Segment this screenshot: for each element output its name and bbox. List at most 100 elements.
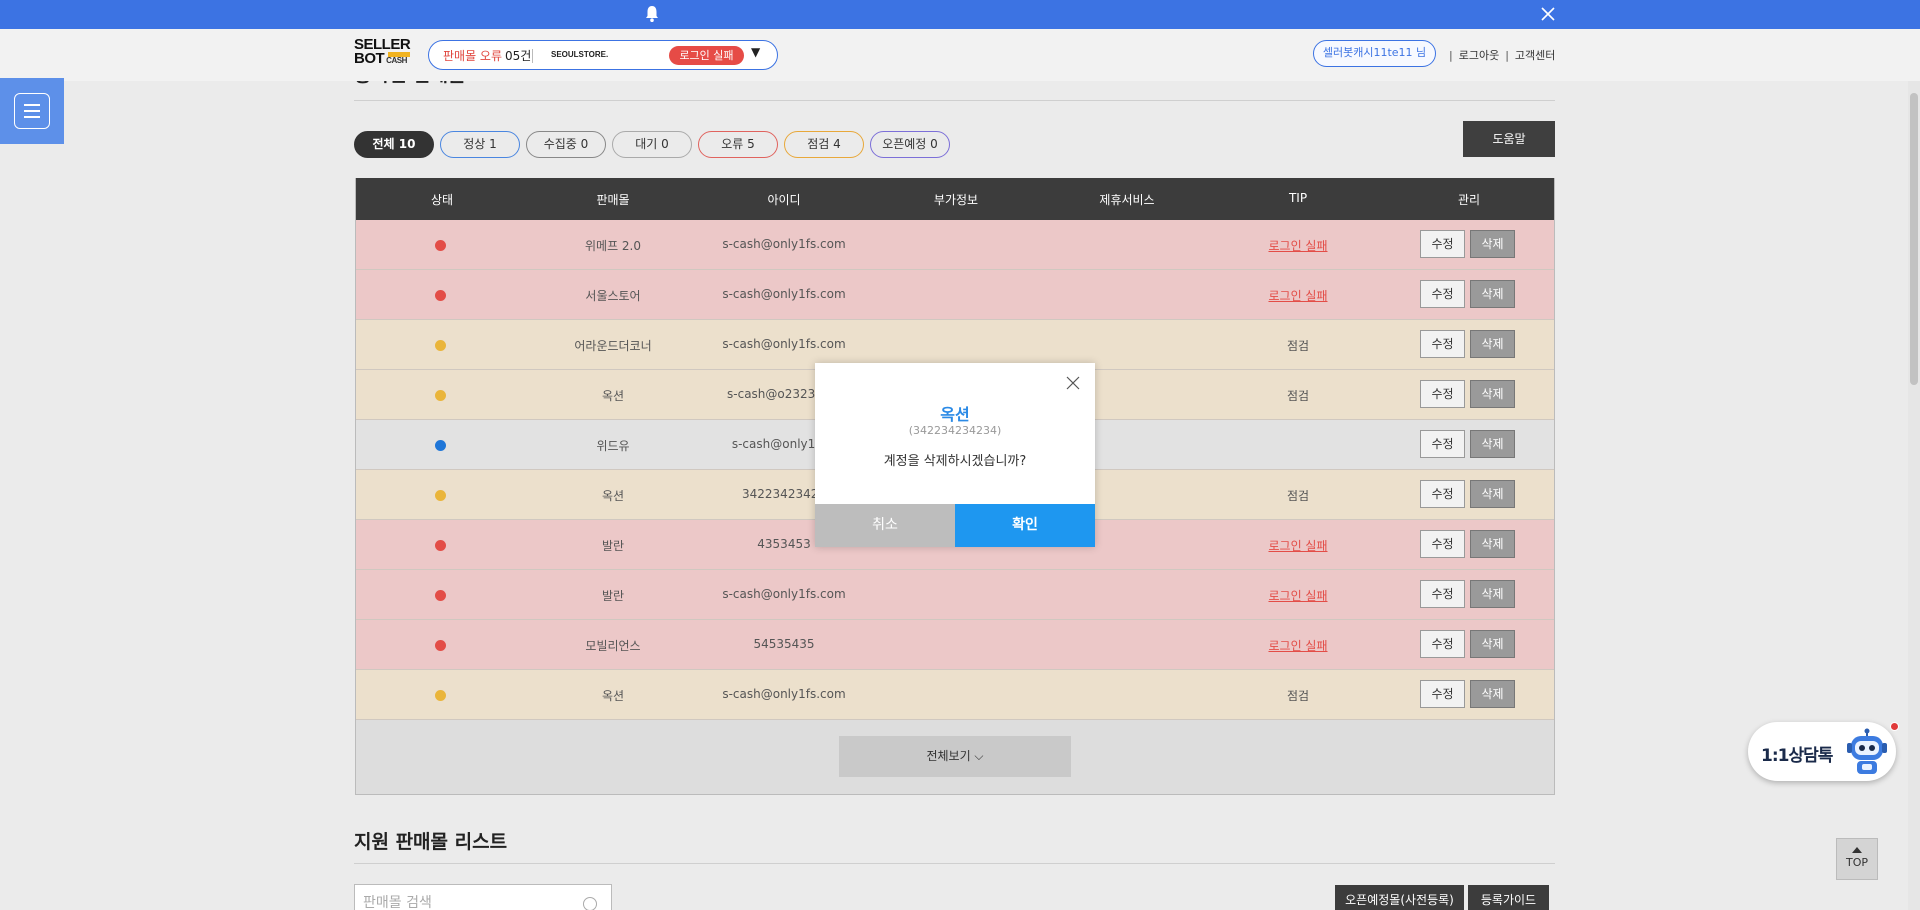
filter-inspection[interactable]: 점검 4 [784,131,864,158]
edit-button[interactable]: 수정 [1420,380,1465,408]
close-icon[interactable] [1065,375,1081,391]
tip-text[interactable]: 로그인 실패 [1268,287,1327,304]
account-id: s-cash@only1fs.com [722,587,846,601]
account-id: s-cash@only1fs.com [722,287,846,301]
user-name-badge[interactable]: 셀러봇캐시11te11 님 [1313,40,1436,67]
logout-link[interactable]: 로그아웃 [1459,49,1499,62]
delete-button[interactable]: 삭제 [1470,480,1515,508]
scrollbar-thumb[interactable] [1910,93,1918,385]
close-notice-icon[interactable] [1538,4,1558,24]
edit-button[interactable]: 수정 [1420,330,1465,358]
mall-search-input[interactable] [363,895,563,910]
support-link[interactable]: 고객센터 [1515,49,1555,62]
divider [354,100,1555,101]
account-id: s-cash@only1fs.com [722,237,846,251]
status-dot [435,390,446,401]
delete-button[interactable]: 삭제 [1470,630,1515,658]
cancel-button[interactable]: 취소 [815,504,955,547]
mall-name: 옥션 [601,489,625,503]
arrow-up-icon [1852,847,1862,853]
delete-button[interactable]: 삭제 [1470,530,1515,558]
status-dot [435,540,446,551]
table-row: 서울스토어 s-cash@only1fs.com 로그인 실패 수정 삭제 [356,270,1554,320]
delete-confirm-dialog: 옥션 (342234234234) 계정을 삭제하시겠습니까? 취소 확인 [815,363,1095,547]
divider [532,49,533,63]
header-links: | 로그아웃 | 고객센터 [1449,49,1556,62]
open-soon-preregister-button[interactable]: 오픈예정몰(사전등록) [1335,885,1464,910]
mall-name: 위메프 2.0 [584,239,642,253]
search-icon[interactable] [583,897,597,910]
edit-button[interactable]: 수정 [1420,680,1465,708]
view-all-button[interactable]: 전체보기 ⌵ [839,736,1071,777]
filter-all[interactable]: 전체 10 [354,131,434,158]
status-dot [435,640,446,651]
sellerbot-logo[interactable]: SELLER BOT CASH [354,37,414,72]
help-button[interactable]: 도움말 [1463,121,1555,157]
tip-text: 점검 [1286,489,1310,503]
edit-button[interactable]: 수정 [1420,230,1465,258]
edit-button[interactable]: 수정 [1420,580,1465,608]
chat-consult-button[interactable]: 1:1상담톡 [1748,722,1899,781]
account-id: 4353453 [757,537,811,551]
delete-button[interactable]: 삭제 [1470,680,1515,708]
delete-button[interactable]: 삭제 [1470,380,1515,408]
tip-text[interactable]: 로그인 실패 [1268,537,1327,554]
edit-button[interactable]: 수정 [1420,530,1465,558]
table-row: 발란 s-cash@only1fs.com 로그인 실패 수정 삭제 [356,570,1554,620]
tip-text[interactable]: 로그인 실패 [1268,237,1327,254]
supported-mall-title: 지원 판매몰 리스트 [354,831,508,853]
tip-text[interactable]: 로그인 실패 [1268,587,1327,604]
mall-search-box[interactable] [354,884,612,910]
col-extra: 부가정보 [933,193,979,207]
status-dot [435,240,446,251]
edit-button[interactable]: 수정 [1420,480,1465,508]
delete-button[interactable]: 삭제 [1470,230,1515,258]
mall-name: 옥션 [601,689,625,703]
status-dot [435,290,446,301]
filter-open-soon[interactable]: 오픈예정 0 [870,131,950,158]
side-menu-button[interactable] [0,78,64,144]
edit-button[interactable]: 수정 [1420,280,1465,308]
account-id: s-cash@only1fs.com [722,337,846,351]
filter-error[interactable]: 오류 5 [698,131,778,158]
filter-collecting[interactable]: 수집중 0 [526,131,606,158]
delete-button[interactable]: 삭제 [1470,330,1515,358]
filter-normal[interactable]: 정상 1 [440,131,520,158]
delete-button[interactable]: 삭제 [1470,580,1515,608]
confirm-button[interactable]: 확인 [955,504,1095,547]
table-row: 위메프 2.0 s-cash@only1fs.com 로그인 실패 수정 삭제 [356,220,1554,270]
tip-text[interactable]: 로그인 실패 [1268,637,1327,654]
mall-name: 모빌리언스 [585,639,641,653]
mall-name: 발란 [601,589,625,603]
header: SELLER BOT CASH 판매몰 오류 05건 SEOULSTORE. 로그… [0,29,1920,81]
login-fail-badge: 로그인 실패 [669,46,744,65]
delete-button[interactable]: 삭제 [1470,280,1515,308]
bell-icon[interactable] [644,5,660,23]
edit-button[interactable]: 수정 [1420,630,1465,658]
account-id: s-cash@only1fs.com [722,687,846,701]
mall-name: 어라운드더코너 [574,339,652,353]
edit-button[interactable]: 수정 [1420,430,1465,458]
dropdown-arrow-icon[interactable]: ▼ [751,45,760,59]
store-name: SEOULSTORE. [551,50,609,59]
register-guide-button[interactable]: 등록가이드 [1468,885,1549,910]
table-row: 옥션 s-cash@only1fs.com 점검 수정 삭제 [356,670,1554,720]
divider [354,863,1555,864]
filter-waiting[interactable]: 대기 0 [612,131,692,158]
mall-error-label: 판매몰 오류 [443,49,503,63]
status-dot [435,690,446,701]
account-id: 34223423423 [742,487,826,501]
account-id: 54535435 [753,637,815,651]
delete-button[interactable]: 삭제 [1470,430,1515,458]
scroll-top-button[interactable]: TOP [1836,838,1878,880]
notice-bar [0,0,1920,29]
tip-text: 점검 [1286,339,1310,353]
dialog-subtitle: (342234234234) [908,424,1002,437]
tip-text: 점검 [1286,389,1310,403]
menu-icon [14,93,50,129]
col-partner: 제휴서비스 [1099,193,1155,207]
top-label: TOP [1845,856,1868,869]
page-scrollbar[interactable] [1908,81,1920,910]
mall-status-selector[interactable]: 판매몰 오류 05건 SEOULSTORE. 로그인 실패 ▼ [428,40,778,70]
mall-error-count: 05건 [505,49,532,63]
